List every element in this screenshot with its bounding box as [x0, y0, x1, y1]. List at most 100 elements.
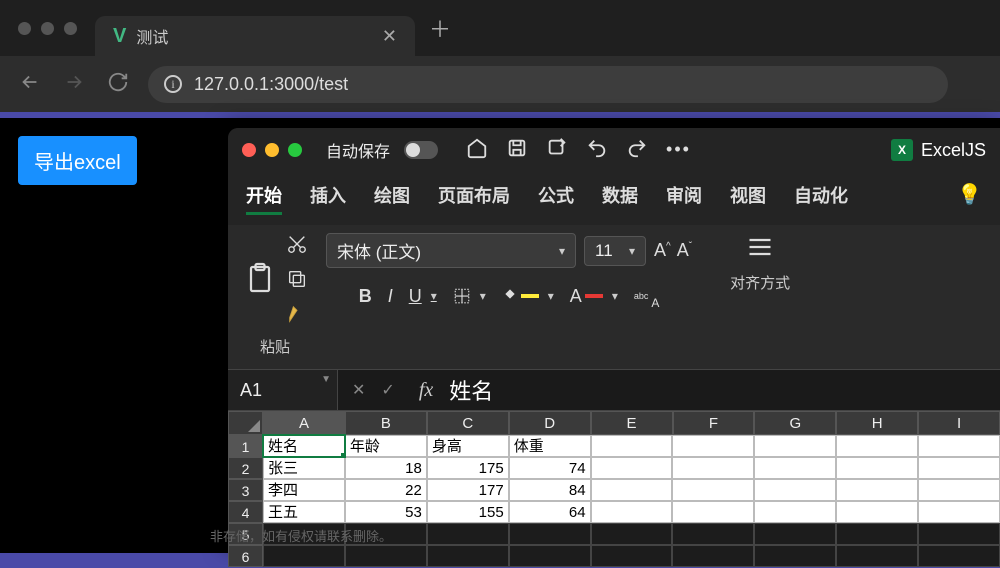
redo-icon[interactable] [626, 137, 648, 164]
forward-button[interactable] [60, 71, 88, 98]
cell[interactable] [672, 523, 754, 545]
back-button[interactable] [16, 71, 44, 98]
row-header[interactable]: 6 [228, 545, 263, 567]
cell[interactable] [427, 545, 509, 567]
cell[interactable]: 155 [427, 501, 509, 523]
cell[interactable] [427, 523, 509, 545]
cancel-formula-icon[interactable]: ✕ [352, 380, 365, 400]
cell[interactable] [672, 435, 754, 457]
align-icon[interactable] [741, 233, 779, 266]
cell[interactable] [918, 501, 1000, 523]
cell[interactable] [754, 435, 836, 457]
ribbon-tab-6[interactable]: 审阅 [666, 182, 702, 215]
decrease-font-icon[interactable]: Aˇ [677, 240, 692, 261]
cell[interactable] [836, 545, 918, 567]
column-header[interactable]: B [345, 411, 427, 435]
column-header[interactable]: F [673, 411, 755, 435]
name-box[interactable]: A1 ▼ [228, 370, 338, 410]
cell[interactable] [591, 523, 673, 545]
cell[interactable] [591, 435, 673, 457]
ribbon-tab-7[interactable]: 视图 [730, 182, 766, 215]
cell[interactable]: 体重 [509, 435, 591, 457]
cell[interactable]: 年龄 [345, 435, 427, 457]
cell[interactable] [509, 523, 591, 545]
cell[interactable]: 张三 [263, 457, 345, 479]
clipboard-icon[interactable] [242, 259, 278, 304]
cell[interactable] [754, 501, 836, 523]
column-header[interactable]: D [509, 411, 591, 435]
cell[interactable] [591, 545, 673, 567]
cell[interactable] [754, 545, 836, 567]
formula-bar[interactable]: 姓名 [443, 374, 499, 406]
cut-icon[interactable] [286, 233, 308, 260]
column-header[interactable]: A [263, 411, 345, 435]
cell[interactable] [672, 457, 754, 479]
cell[interactable]: 姓名 [263, 435, 345, 457]
cell[interactable]: 身高 [427, 435, 509, 457]
cell[interactable]: 84 [509, 479, 591, 501]
cell[interactable] [754, 479, 836, 501]
ribbon-tab-5[interactable]: 数据 [602, 182, 638, 215]
cell[interactable] [672, 479, 754, 501]
cell[interactable] [918, 435, 1000, 457]
cell[interactable] [836, 501, 918, 523]
italic-button[interactable]: I [388, 286, 393, 307]
accept-formula-icon[interactable]: ✓ [381, 380, 394, 400]
ribbon-tab-0[interactable]: 开始 [246, 182, 282, 215]
cell[interactable] [918, 457, 1000, 479]
copy-icon[interactable] [286, 268, 308, 295]
cell[interactable] [754, 457, 836, 479]
cell[interactable] [509, 545, 591, 567]
column-header[interactable]: G [754, 411, 836, 435]
ribbon-tab-8[interactable]: 自动化 [794, 182, 848, 215]
address-bar[interactable]: i 127.0.0.1:3000/test [148, 66, 948, 103]
cell[interactable]: 175 [427, 457, 509, 479]
row-header[interactable]: 1 [228, 435, 263, 457]
row-header[interactable]: 4 [228, 501, 263, 523]
font-color-button[interactable]: A▾ [570, 286, 618, 307]
more-icon[interactable]: ••• [666, 139, 688, 161]
close-tab-icon[interactable]: ✕ [382, 26, 397, 47]
cell[interactable] [836, 523, 918, 545]
underline-button[interactable]: U ▾ [409, 286, 437, 307]
home-icon[interactable] [466, 137, 488, 164]
cell[interactable]: 22 [345, 479, 427, 501]
row-header[interactable]: 2 [228, 457, 263, 479]
site-info-icon[interactable]: i [164, 75, 182, 93]
autosave-toggle[interactable] [404, 141, 438, 159]
ribbon-tab-3[interactable]: 页面布局 [438, 182, 510, 215]
format-painter-icon[interactable] [286, 303, 308, 330]
cell[interactable] [754, 523, 836, 545]
save-icon[interactable] [506, 137, 528, 164]
cell[interactable] [672, 501, 754, 523]
cell[interactable]: 64 [509, 501, 591, 523]
undo-icon[interactable] [586, 137, 608, 164]
cell[interactable] [263, 545, 345, 567]
cell[interactable] [836, 435, 918, 457]
border-button[interactable]: ▾ [453, 287, 486, 305]
window-traffic-lights[interactable] [0, 22, 95, 35]
cell[interactable]: 李四 [263, 479, 345, 501]
cell[interactable] [918, 479, 1000, 501]
phonetic-button[interactable]: abcA [634, 282, 660, 310]
cell[interactable]: 74 [509, 457, 591, 479]
ribbon-tab-2[interactable]: 绘图 [374, 182, 410, 215]
cell[interactable] [591, 457, 673, 479]
cell[interactable] [591, 501, 673, 523]
cell[interactable]: 177 [427, 479, 509, 501]
cell[interactable] [918, 523, 1000, 545]
export-excel-button[interactable]: 导出excel [18, 136, 137, 185]
ribbon-tab-1[interactable]: 插入 [310, 182, 346, 215]
cell[interactable]: 王五 [263, 501, 345, 523]
cell[interactable] [672, 545, 754, 567]
bold-button[interactable]: B [359, 286, 372, 307]
increase-font-icon[interactable]: A^ [654, 240, 671, 261]
cell[interactable] [836, 479, 918, 501]
browser-tab[interactable]: V 测试 ✕ [95, 16, 415, 56]
fill-color-button[interactable]: ▾ [502, 288, 554, 304]
select-all-corner[interactable] [228, 411, 263, 435]
column-header[interactable]: C [427, 411, 509, 435]
cell[interactable] [591, 479, 673, 501]
ribbon-tab-4[interactable]: 公式 [538, 182, 574, 215]
save-as-icon[interactable] [546, 137, 568, 164]
